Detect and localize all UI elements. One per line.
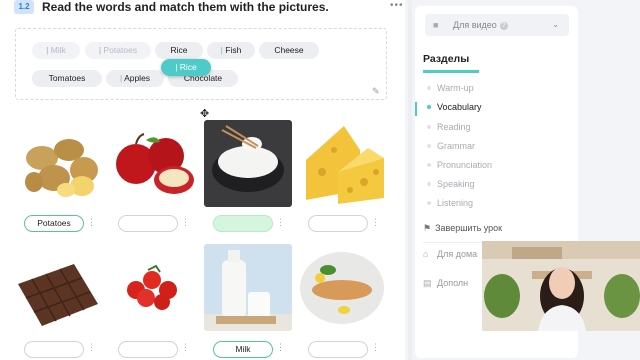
pin-icon[interactable]: ✎ xyxy=(372,86,380,97)
section-grammar[interactable]: Grammar xyxy=(427,141,475,151)
options-icon[interactable]: ⋮ xyxy=(276,218,285,227)
word-chip-potatoes: | Potatoes xyxy=(85,42,151,59)
word-chip-cheese[interactable]: Cheese xyxy=(259,42,319,59)
flag-icon: ⚑ xyxy=(423,223,432,233)
section-warm-up[interactable]: Warm-up xyxy=(427,83,474,93)
extra-materials-link[interactable]: ▤ Дополн xyxy=(423,278,468,289)
sections-title: Разделы xyxy=(423,53,470,65)
home-icon: ⌂ xyxy=(423,249,429,259)
section-listening[interactable]: Listening xyxy=(427,198,473,208)
options-icon[interactable]: ⋮ xyxy=(371,218,380,227)
chevron-down-icon: ⌄ xyxy=(552,20,559,29)
answer-field-milk[interactable]: Milk xyxy=(213,341,273,358)
finish-lesson-button[interactable]: ⚑ Завершить урок xyxy=(423,223,502,234)
section-vocabulary[interactable]: Vocabulary xyxy=(427,102,482,112)
sections-title-underline xyxy=(423,70,479,73)
potatoes-image xyxy=(14,120,102,207)
options-icon[interactable]: ⋮ xyxy=(371,343,380,352)
options-icon[interactable]: ⋮ xyxy=(87,218,96,227)
task-title: Read the words and match them with the p… xyxy=(42,0,329,14)
milk-image xyxy=(204,244,292,331)
scrollbar[interactable] xyxy=(408,0,412,360)
word-bank: | Milk | Potatoes Rice | Fish Cheese Tom… xyxy=(15,28,387,100)
options-icon[interactable]: ⋮ xyxy=(181,343,190,352)
active-section-indicator xyxy=(415,102,417,116)
dragging-word-chip[interactable]: | Rice xyxy=(161,59,211,76)
options-icon[interactable]: ⋮ xyxy=(87,343,96,352)
section-speaking[interactable]: Speaking xyxy=(427,179,475,189)
tomatoes-image xyxy=(108,244,196,331)
word-chip-fish[interactable]: | Fish xyxy=(207,42,255,59)
answer-field-tomatoes[interactable] xyxy=(118,341,178,358)
chocolate-image xyxy=(14,244,102,331)
answer-field-cheese[interactable] xyxy=(308,215,368,232)
options-icon[interactable]: ⋮ xyxy=(181,218,190,227)
task-number-badge: 1.2 xyxy=(14,0,34,14)
word-chip-milk: | Milk xyxy=(32,42,80,59)
document-icon: ▤ xyxy=(423,278,432,288)
cheese-image xyxy=(298,120,386,207)
answer-field-potatoes[interactable]: Potatoes xyxy=(24,215,84,232)
video-select[interactable]: ■ Для видео? ⌄ xyxy=(425,14,569,36)
answer-field-fish[interactable] xyxy=(308,341,368,358)
word-chip-apples[interactable]: | Apples xyxy=(106,70,164,87)
apples-image xyxy=(108,120,196,207)
camera-icon: ■ xyxy=(433,20,439,30)
webcam-video xyxy=(482,241,640,331)
section-reading[interactable]: Reading xyxy=(427,122,471,132)
answer-field-chocolate[interactable] xyxy=(24,341,84,358)
fish-image xyxy=(298,244,386,331)
homework-link[interactable]: ⌂ Для дома xyxy=(423,249,477,259)
word-chip-tomatoes[interactable]: Tomatoes xyxy=(32,70,102,87)
more-menu-icon[interactable]: ••• xyxy=(390,0,404,11)
lesson-panel: 1.2 Read the words and match them with t… xyxy=(0,0,405,360)
options-icon[interactable]: ⋮ xyxy=(276,343,285,352)
section-pronunciation[interactable]: Pronunciation xyxy=(427,160,492,170)
answer-field-rice[interactable] xyxy=(213,215,273,232)
rice-image xyxy=(204,120,292,207)
help-icon[interactable]: ? xyxy=(499,21,508,30)
move-cursor-icon: ✥ xyxy=(200,108,210,120)
word-chip-rice[interactable]: Rice xyxy=(155,42,203,59)
answer-field-apples[interactable] xyxy=(118,215,178,232)
